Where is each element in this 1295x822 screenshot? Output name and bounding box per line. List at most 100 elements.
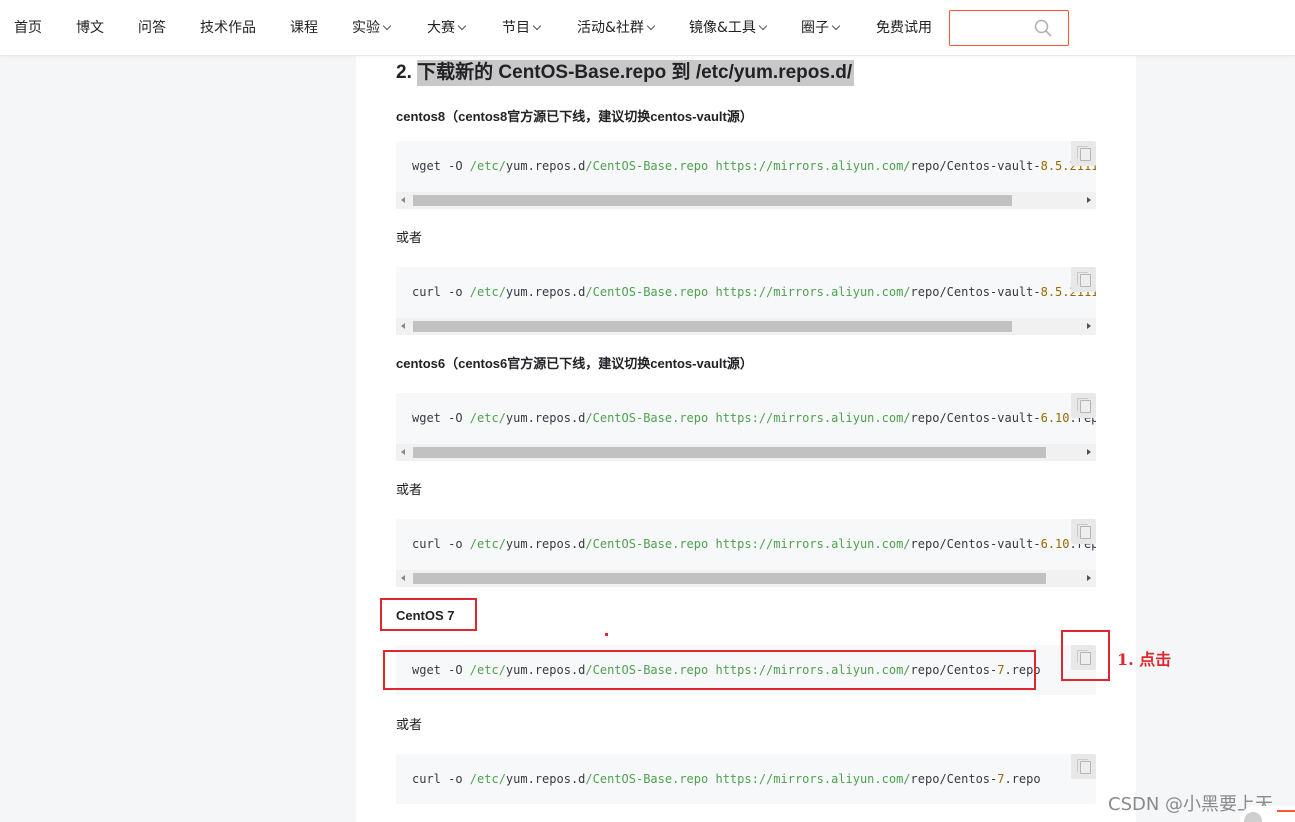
code-segment: wget -O xyxy=(412,411,470,425)
scrollbar-thumb[interactable] xyxy=(413,321,1012,332)
scrollbar-thumb[interactable] xyxy=(413,447,1046,458)
code-segment: https://mirrors.aliyun.com/ xyxy=(715,772,911,786)
code-line: curl -o /etc/yum.repos.d/CentOS-Base.rep… xyxy=(412,282,1096,302)
chevron-down-icon xyxy=(532,21,542,31)
scroll-left-icon[interactable] xyxy=(401,323,405,329)
scroll-left-icon[interactable] xyxy=(401,197,405,203)
search-icon[interactable] xyxy=(1034,19,1052,37)
nav-item-label: 节目 xyxy=(502,20,530,36)
nav-item-free-trial[interactable]: 免费试用 xyxy=(876,0,932,56)
scroll-right-icon[interactable] xyxy=(1087,197,1091,203)
code-segment: wget -O xyxy=(412,663,470,677)
chevron-down-icon xyxy=(831,21,841,31)
code-block: wget -O /etc/yum.repos.d/CentOS-Base.rep… xyxy=(396,645,1096,695)
scroll-right-icon[interactable] xyxy=(1087,575,1091,581)
or-text: 或者 xyxy=(396,717,423,732)
copy-icon[interactable] xyxy=(1071,267,1096,292)
scroll-left-icon[interactable] xyxy=(401,575,405,581)
code-segment: 6.10 xyxy=(1040,537,1070,551)
chevron-down-icon xyxy=(457,21,467,31)
widget-avatar xyxy=(1244,812,1262,822)
code-segment: repo/Centos-vault- xyxy=(910,537,1041,551)
search-box xyxy=(949,10,1069,46)
horizontal-scrollbar[interactable] xyxy=(396,444,1096,461)
copy-icon[interactable] xyxy=(1071,645,1096,670)
code-segment: /CentOS-Base.repo xyxy=(585,537,709,551)
nav-item-events[interactable]: 活动&社群 xyxy=(577,0,656,56)
copy-icon[interactable] xyxy=(1071,141,1096,166)
code-segment: /etc/ xyxy=(469,663,506,677)
code-segment: yum.repos.d xyxy=(505,537,586,551)
copy-icon[interactable] xyxy=(1071,393,1096,418)
nav-item-blog[interactable]: 博文 xyxy=(76,0,104,56)
scrollbar-thumb[interactable] xyxy=(413,195,1012,206)
code-block: curl -o /etc/yum.repos.d/CentOS-Base.rep… xyxy=(396,754,1096,804)
chevron-down-icon xyxy=(758,21,768,31)
code-segment: /etc/ xyxy=(469,537,506,551)
red-dot-mark xyxy=(605,633,608,636)
code-segment: /CentOS-Base.repo xyxy=(585,411,709,425)
scroll-right-icon[interactable] xyxy=(1087,323,1091,329)
search-input[interactable] xyxy=(950,11,1034,45)
code-line: curl -o /etc/yum.repos.d/CentOS-Base.rep… xyxy=(412,769,1041,789)
code-segment: .repo xyxy=(1004,663,1041,677)
nav-item-label: 实验 xyxy=(352,20,380,36)
code-segment: https://mirrors.aliyun.com/ xyxy=(715,159,911,173)
nav-item-circles[interactable]: 圈子 xyxy=(801,0,841,56)
nav-item-labs[interactable]: 实验 xyxy=(352,0,392,56)
scrollbar-thumb[interactable] xyxy=(413,573,1046,584)
article-content: 2. 下载新的 CentOS-Base.repo 到 /etc/yum.repo… xyxy=(356,56,1136,822)
code-segment: curl -o xyxy=(412,537,470,551)
heading-number: 2. xyxy=(396,62,418,83)
code-segment: yum.repos.d xyxy=(505,159,586,173)
horizontal-scrollbar[interactable] xyxy=(396,318,1096,335)
code-segment: repo/Centos- xyxy=(910,772,998,786)
or-text: 或者 xyxy=(396,482,423,497)
or-text: 或者 xyxy=(396,230,423,245)
code-segment: /CentOS-Base.repo xyxy=(585,159,709,173)
top-navigation: 首页 博文 问答 技术作品 课程 实验 大赛 节目 活动&社群 镜像&工具 圈子… xyxy=(0,0,1295,56)
centos7-label: CentOS 7 xyxy=(396,608,455,623)
code-segment: /CentOS-Base.repo xyxy=(585,772,709,786)
code-segment: https://mirrors.aliyun.com/ xyxy=(715,285,911,299)
code-segment: .repo xyxy=(1004,772,1041,786)
centos6-label: centos6（centos6官方源已下线，建议切换centos-vault源） xyxy=(396,356,753,371)
chevron-down-icon xyxy=(382,21,392,31)
code-segment: https://mirrors.aliyun.com/ xyxy=(715,411,911,425)
nav-item-shows[interactable]: 节目 xyxy=(502,0,542,56)
nav-item-label: 免费试用 xyxy=(876,20,932,36)
code-segment: /CentOS-Base.repo xyxy=(585,285,709,299)
copy-icon[interactable] xyxy=(1071,754,1096,779)
nav-item-label: 圈子 xyxy=(801,20,829,36)
scroll-right-icon[interactable] xyxy=(1087,449,1091,455)
code-segment: /etc/ xyxy=(469,411,506,425)
nav-item-home[interactable]: 首页 xyxy=(14,0,42,56)
code-segment: repo/Centos- xyxy=(910,663,998,677)
code-segment: curl -o xyxy=(412,285,470,299)
code-segment: yum.repos.d xyxy=(505,772,586,786)
nav-item-mirrors-tools[interactable]: 镜像&工具 xyxy=(689,0,768,56)
nav-item-label: 大赛 xyxy=(427,20,455,36)
code-segment: yum.repos.d xyxy=(505,411,586,425)
code-segment: 6.10 xyxy=(1040,411,1070,425)
code-block: curl -o /etc/yum.repos.d/CentOS-Base.rep… xyxy=(396,519,1096,587)
nav-item-qa[interactable]: 问答 xyxy=(138,0,166,56)
code-segment: repo/Centos-vault- xyxy=(910,285,1041,299)
scroll-left-icon[interactable] xyxy=(401,449,405,455)
nav-item-tech-works[interactable]: 技术作品 xyxy=(200,0,256,56)
nav-item-label: 首页 xyxy=(14,20,42,36)
nav-item-label: 活动&社群 xyxy=(577,20,644,36)
nav-item-contests[interactable]: 大赛 xyxy=(427,0,467,56)
horizontal-scrollbar[interactable] xyxy=(396,570,1096,587)
code-segment: /etc/ xyxy=(469,772,506,786)
code-segment: yum.repos.d xyxy=(505,663,586,677)
code-segment: /etc/ xyxy=(469,159,506,173)
floating-widget[interactable] xyxy=(1240,806,1295,822)
code-line: wget -O /etc/yum.repos.d/CentOS-Base.rep… xyxy=(412,408,1096,428)
horizontal-scrollbar[interactable] xyxy=(396,192,1096,209)
nav-item-courses[interactable]: 课程 xyxy=(290,0,318,56)
code-block: wget -O /etc/yum.repos.d/CentOS-Base.rep… xyxy=(396,393,1096,461)
code-segment: https://mirrors.aliyun.com/ xyxy=(715,663,911,677)
annotation-click-label: 1. 点击 xyxy=(1117,650,1172,669)
copy-icon[interactable] xyxy=(1071,519,1096,544)
